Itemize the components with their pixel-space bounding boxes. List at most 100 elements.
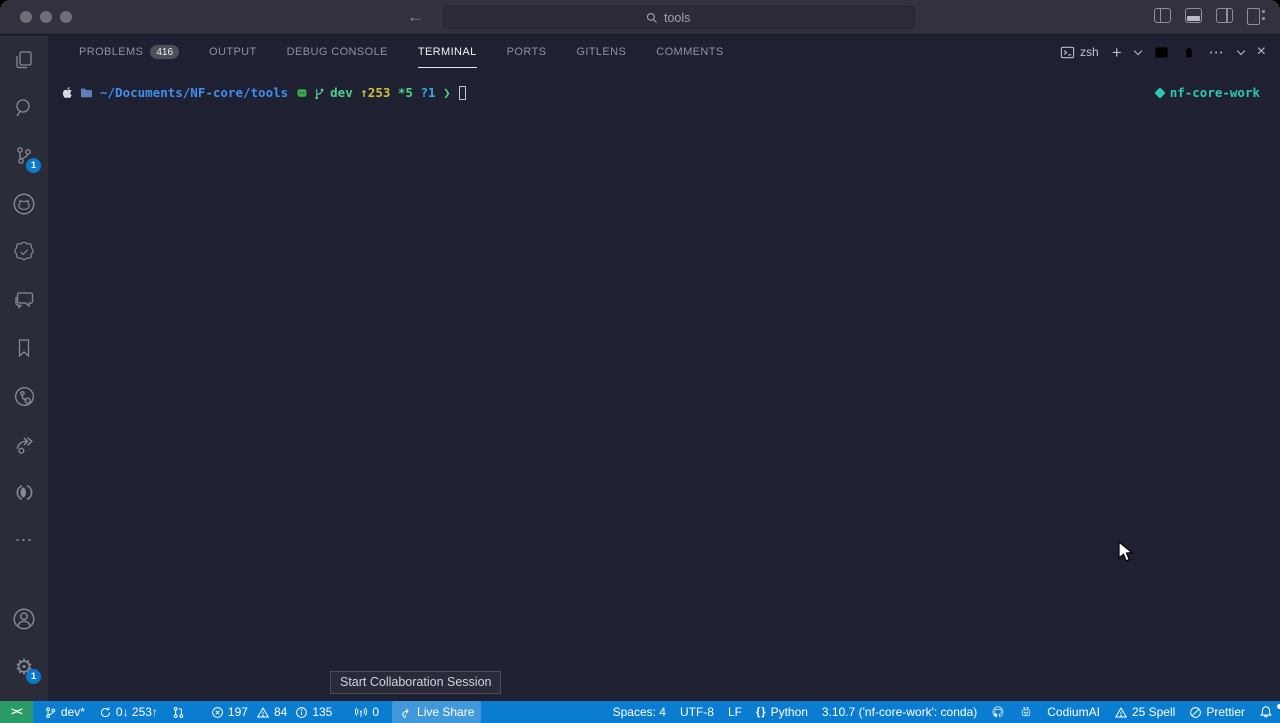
indentation-status[interactable]: Spaces: 4 bbox=[606, 701, 673, 723]
explorer-icon[interactable] bbox=[0, 36, 48, 84]
bookmarks-view-icon[interactable] bbox=[0, 324, 48, 372]
toggle-secondary-sidebar-icon[interactable] bbox=[1216, 8, 1233, 23]
prompt-branch: dev bbox=[330, 85, 353, 100]
live-share-status[interactable]: Live Share bbox=[392, 701, 481, 723]
close-panel-icon[interactable]: × bbox=[1257, 43, 1266, 61]
hide-panel-icon[interactable] bbox=[1236, 46, 1244, 54]
conda-env-indicator: nf-core-work bbox=[1156, 85, 1260, 100]
github-view-icon[interactable] bbox=[0, 180, 48, 228]
comments-view-icon[interactable] bbox=[0, 276, 48, 324]
remote-indicator[interactable]: >< bbox=[0, 701, 33, 723]
live-share-view-icon[interactable] bbox=[0, 420, 48, 468]
eol-status[interactable]: LF bbox=[721, 701, 749, 723]
conda-icon bbox=[1154, 87, 1165, 98]
toggle-primary-sidebar-icon[interactable] bbox=[1154, 8, 1171, 23]
close-window-button[interactable] bbox=[20, 11, 32, 23]
github-icon bbox=[991, 705, 1005, 719]
kill-terminal-icon[interactable] bbox=[1182, 45, 1196, 60]
problems-count-badge: 416 bbox=[150, 45, 179, 59]
minimize-window-button[interactable] bbox=[40, 11, 52, 23]
customize-layout-icon[interactable] bbox=[1247, 8, 1266, 23]
sync-icon bbox=[99, 706, 112, 719]
braces-icon: {} bbox=[756, 706, 767, 718]
gitlens-view-icon[interactable] bbox=[0, 372, 48, 420]
codium-ai-status[interactable]: CodiumAI bbox=[1040, 701, 1107, 723]
new-terminal-icon[interactable]: + bbox=[1112, 44, 1122, 61]
codium-ai-view-icon[interactable] bbox=[0, 468, 48, 516]
terminal-icon bbox=[1060, 45, 1075, 60]
bottom-panel: PROBLEMS 416 OUTPUT DEBUG CONSOLE TERMIN… bbox=[48, 36, 1280, 701]
prompt-chevron: ❯ bbox=[443, 85, 451, 100]
ports-status[interactable]: 0 bbox=[347, 701, 386, 723]
active-terminal-item[interactable]: zsh bbox=[1060, 45, 1099, 60]
pull-request-status[interactable] bbox=[165, 701, 192, 723]
terminal-prompt: ~/Documents/NF-core/tools dev ↑253 *5 ?1… bbox=[62, 85, 466, 100]
terminal-cursor bbox=[459, 86, 466, 100]
codium-robot-status[interactable] bbox=[1012, 701, 1040, 723]
git-pull-request-icon bbox=[172, 706, 185, 719]
language-mode-status[interactable]: {} Python bbox=[749, 701, 815, 723]
info-icon bbox=[295, 706, 308, 719]
vscode-window: ← 1 bbox=[0, 0, 1280, 723]
panel-more-actions-icon[interactable]: ⋯ bbox=[1209, 43, 1225, 61]
titlebar: ← bbox=[0, 0, 1280, 35]
tab-gitlens[interactable]: GITLENS bbox=[565, 36, 637, 68]
tab-debug-console[interactable]: DEBUG CONSOLE bbox=[276, 36, 399, 68]
problems-status[interactable]: 197 84 135 bbox=[204, 701, 339, 723]
prompt-untracked: ?1 bbox=[421, 85, 436, 100]
command-center-search[interactable] bbox=[443, 6, 915, 29]
layout-controls bbox=[1154, 8, 1266, 23]
live-share-icon bbox=[399, 706, 413, 719]
panel-tabs: PROBLEMS 416 OUTPUT DEBUG CONSOLE TERMIN… bbox=[68, 36, 735, 68]
github-status[interactable] bbox=[984, 701, 1012, 723]
tab-output[interactable]: OUTPUT bbox=[198, 36, 268, 68]
prettier-slash-icon bbox=[1189, 706, 1202, 719]
tab-terminal[interactable]: TERMINAL bbox=[407, 36, 488, 68]
source-control-icon[interactable]: 1 bbox=[0, 132, 48, 180]
settings-badge: 1 bbox=[26, 669, 41, 684]
conda-env-name: nf-core-work bbox=[1170, 85, 1260, 100]
terminal-dropdown-icon[interactable] bbox=[1133, 46, 1141, 54]
warning-icon bbox=[256, 706, 270, 719]
ports-icon bbox=[354, 706, 368, 719]
terminal-actions: zsh + ⋯ × bbox=[1060, 43, 1280, 61]
notifications-status[interactable] bbox=[1252, 701, 1280, 723]
accounts-icon[interactable] bbox=[0, 595, 48, 643]
tab-ports[interactable]: PORTS bbox=[496, 36, 558, 68]
shell-label: zsh bbox=[1080, 45, 1099, 59]
tab-comments[interactable]: COMMENTS bbox=[645, 36, 734, 68]
zoom-window-button[interactable] bbox=[60, 11, 72, 23]
checks-view-icon[interactable] bbox=[0, 228, 48, 276]
python-interpreter-status[interactable]: 3.10.7 ('nf-core-work': conda) bbox=[815, 701, 984, 723]
split-terminal-icon[interactable] bbox=[1154, 45, 1169, 60]
activity-bar: 1 bbox=[0, 36, 48, 701]
prompt-dir: tools bbox=[251, 85, 289, 100]
robot-icon bbox=[1019, 706, 1033, 719]
git-branch-status[interactable]: dev* bbox=[37, 701, 92, 723]
git-branch-glyph-icon bbox=[313, 86, 325, 100]
status-bar: >< dev* 0↓ 253↑ 197 84 135 0 Live Share bbox=[0, 701, 1280, 723]
terminal-viewport[interactable]: ~/Documents/NF-core/tools dev ↑253 *5 ?1… bbox=[48, 68, 1280, 701]
git-sync-status[interactable]: 0↓ 253↑ bbox=[92, 701, 165, 723]
error-icon bbox=[211, 706, 224, 719]
source-control-badge: 1 bbox=[26, 158, 41, 173]
toggle-panel-icon[interactable] bbox=[1185, 8, 1202, 23]
bell-icon bbox=[1259, 705, 1273, 719]
tab-problems[interactable]: PROBLEMS 416 bbox=[68, 36, 190, 68]
liveshare-tooltip: Start Collaboration Session bbox=[330, 671, 501, 694]
panel-header: PROBLEMS 416 OUTPUT DEBUG CONSOLE TERMIN… bbox=[48, 36, 1280, 68]
additional-views-icon[interactable]: ⋯ bbox=[0, 516, 48, 564]
back-icon[interactable]: ← bbox=[407, 7, 424, 27]
spell-warning-icon bbox=[1114, 706, 1128, 719]
git-branch-icon bbox=[44, 706, 57, 719]
search-input[interactable] bbox=[664, 11, 712, 25]
settings-gear-icon[interactable]: ⚙ 1 bbox=[0, 643, 48, 691]
prettier-status[interactable]: Prettier bbox=[1182, 701, 1252, 723]
spell-status[interactable]: 25 Spell bbox=[1107, 701, 1182, 723]
traffic-lights bbox=[20, 11, 72, 23]
encoding-status[interactable]: UTF-8 bbox=[673, 701, 721, 723]
apple-icon bbox=[62, 86, 74, 99]
search-icon bbox=[646, 12, 658, 24]
prompt-ahead: ↑253 bbox=[360, 85, 390, 100]
search-view-icon[interactable] bbox=[0, 84, 48, 132]
